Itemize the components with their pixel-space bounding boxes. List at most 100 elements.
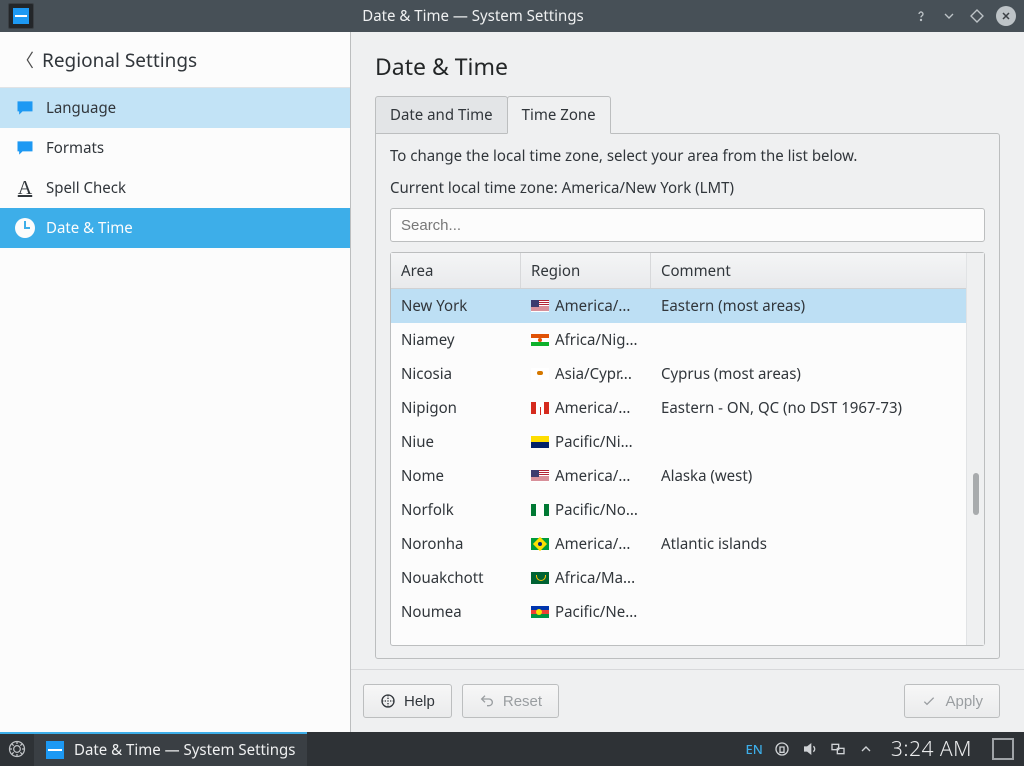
tab-date-and-time[interactable]: Date and Time — [375, 96, 508, 134]
app-icon — [46, 741, 64, 759]
table-header: Area Region Comment — [391, 253, 966, 289]
sidebar-item-label: Date & Time — [46, 218, 133, 238]
undo-icon — [479, 693, 495, 709]
apply-button[interactable]: Apply — [904, 684, 1000, 718]
table-row[interactable]: NoronhaAmerica/...Atlantic islands — [391, 527, 966, 561]
sidebar-back-button[interactable]: 〈 Regional Settings — [0, 32, 350, 88]
network-icon[interactable] — [829, 740, 847, 758]
search-input-wrapper[interactable] — [390, 208, 985, 242]
cell-region: America/... — [521, 534, 651, 554]
cell-region: Pacific/Ni... — [521, 432, 651, 452]
flag-icon — [531, 402, 549, 414]
table-row[interactable]: NiuePacific/Ni... — [391, 425, 966, 459]
button-label: Reset — [503, 693, 542, 710]
chevron-left-icon: 〈 — [16, 47, 34, 73]
flag-icon — [531, 504, 549, 516]
task-item[interactable]: Date & Time — System Settings — [34, 732, 307, 766]
current-timezone-text: Current local time zone: America/New Yor… — [390, 178, 985, 198]
header-comment[interactable]: Comment — [651, 253, 966, 288]
table-row[interactable]: NorfolkPacific/No... — [391, 493, 966, 527]
window-titlebar: Date & Time — System Settings — [0, 0, 1024, 32]
sidebar-item-label: Formats — [46, 138, 104, 158]
check-icon — [921, 693, 937, 709]
cell-area: Nouakchott — [391, 568, 521, 588]
speech-bubble-icon — [14, 137, 36, 159]
cell-region: Africa/Nig... — [521, 330, 651, 350]
task-label: Date & Time — System Settings — [74, 740, 295, 760]
cell-area: Nipigon — [391, 398, 521, 418]
search-input[interactable] — [401, 217, 974, 234]
cell-region: Pacific/Ne... — [521, 602, 651, 622]
tray-expand-icon[interactable] — [857, 740, 875, 758]
cell-region: Asia/Cypr... — [521, 364, 651, 384]
volume-icon[interactable] — [801, 740, 819, 758]
sidebar: 〈 Regional Settings Language Formats A S… — [0, 32, 351, 732]
cell-area: Noumea — [391, 602, 521, 622]
flag-icon — [531, 334, 549, 346]
help-button[interactable]: Help — [363, 684, 452, 718]
cell-comment: Eastern - ON, QC (no DST 1967-73) — [651, 398, 966, 418]
table-row[interactable]: NouakchottAfrica/Ma... — [391, 561, 966, 595]
table-row[interactable]: NoumeaPacific/Ne... — [391, 595, 966, 629]
cell-region: Africa/Ma... — [521, 568, 651, 588]
speech-bubble-icon — [14, 97, 36, 119]
scrollbar[interactable] — [966, 253, 984, 645]
cell-region: America/... — [521, 466, 651, 486]
table-row[interactable]: NomeAmerica/...Alaska (west) — [391, 459, 966, 493]
content-area: Date & Time Date and Time Time Zone To c… — [351, 32, 1024, 732]
maximize-icon[interactable] — [968, 7, 986, 25]
table-row[interactable]: New YorkAmerica/...Eastern (most areas) — [391, 289, 966, 323]
timezone-panel: To change the local time zone, select yo… — [375, 133, 1000, 659]
cell-comment: Cyprus (most areas) — [651, 364, 966, 384]
tab-time-zone[interactable]: Time Zone — [507, 96, 611, 134]
button-label: Apply — [945, 693, 983, 710]
cell-region: Pacific/No... — [521, 500, 651, 520]
table-row[interactable]: NicosiaAsia/Cypr...Cyprus (most areas) — [391, 357, 966, 391]
flag-icon — [531, 606, 549, 618]
close-icon[interactable] — [996, 6, 1016, 26]
clock[interactable]: 3:24 AM — [885, 735, 978, 763]
sidebar-item-language[interactable]: Language — [0, 88, 350, 128]
flag-icon — [531, 538, 549, 550]
app-icon — [8, 3, 34, 29]
cell-region: America/... — [521, 398, 651, 418]
start-button[interactable] — [0, 732, 34, 766]
taskbar: Date & Time — System Settings EN 3:24 AM — [0, 732, 1024, 766]
cell-area: New York — [391, 296, 521, 316]
table-row[interactable]: NipigonAmerica/...Eastern - ON, QC (no D… — [391, 391, 966, 425]
cell-region: America/... — [521, 296, 651, 316]
help-icon[interactable] — [912, 7, 930, 25]
flag-icon — [531, 436, 549, 448]
flag-icon — [531, 470, 549, 482]
scrollbar-thumb[interactable] — [973, 473, 979, 515]
cell-comment: Atlantic islands — [651, 534, 966, 554]
flag-icon — [531, 572, 549, 584]
sidebar-item-label: Language — [46, 98, 116, 118]
sidebar-item-datetime[interactable]: Date & Time — [0, 208, 350, 248]
minimize-icon[interactable] — [940, 7, 958, 25]
flag-icon — [531, 300, 549, 312]
sidebar-item-spellcheck[interactable]: A Spell Check — [0, 168, 350, 208]
timezone-table: Area Region Comment New YorkAmerica/...E… — [391, 253, 966, 645]
flag-icon — [531, 368, 549, 380]
button-label: Help — [404, 693, 435, 710]
header-region[interactable]: Region — [521, 253, 651, 288]
cell-area: Niue — [391, 432, 521, 452]
page-title: Date & Time — [375, 50, 1000, 82]
cell-area: Niamey — [391, 330, 521, 350]
instruction-text: To change the local time zone, select yo… — [390, 146, 985, 166]
help-icon — [380, 693, 396, 709]
cell-area: Nome — [391, 466, 521, 486]
sidebar-title: Regional Settings — [42, 47, 197, 73]
keyboard-layout-indicator[interactable]: EN — [746, 740, 763, 758]
clipboard-icon[interactable] — [773, 740, 791, 758]
button-row: Help Reset Apply — [351, 669, 1024, 732]
spellcheck-icon: A — [14, 177, 36, 199]
sidebar-item-label: Spell Check — [46, 178, 126, 198]
sidebar-item-formats[interactable]: Formats — [0, 128, 350, 168]
show-desktop-button[interactable] — [992, 738, 1014, 760]
header-area[interactable]: Area — [391, 253, 521, 288]
table-row[interactable]: NiameyAfrica/Nig... — [391, 323, 966, 357]
cell-area: Noronha — [391, 534, 521, 554]
reset-button[interactable]: Reset — [462, 684, 559, 718]
